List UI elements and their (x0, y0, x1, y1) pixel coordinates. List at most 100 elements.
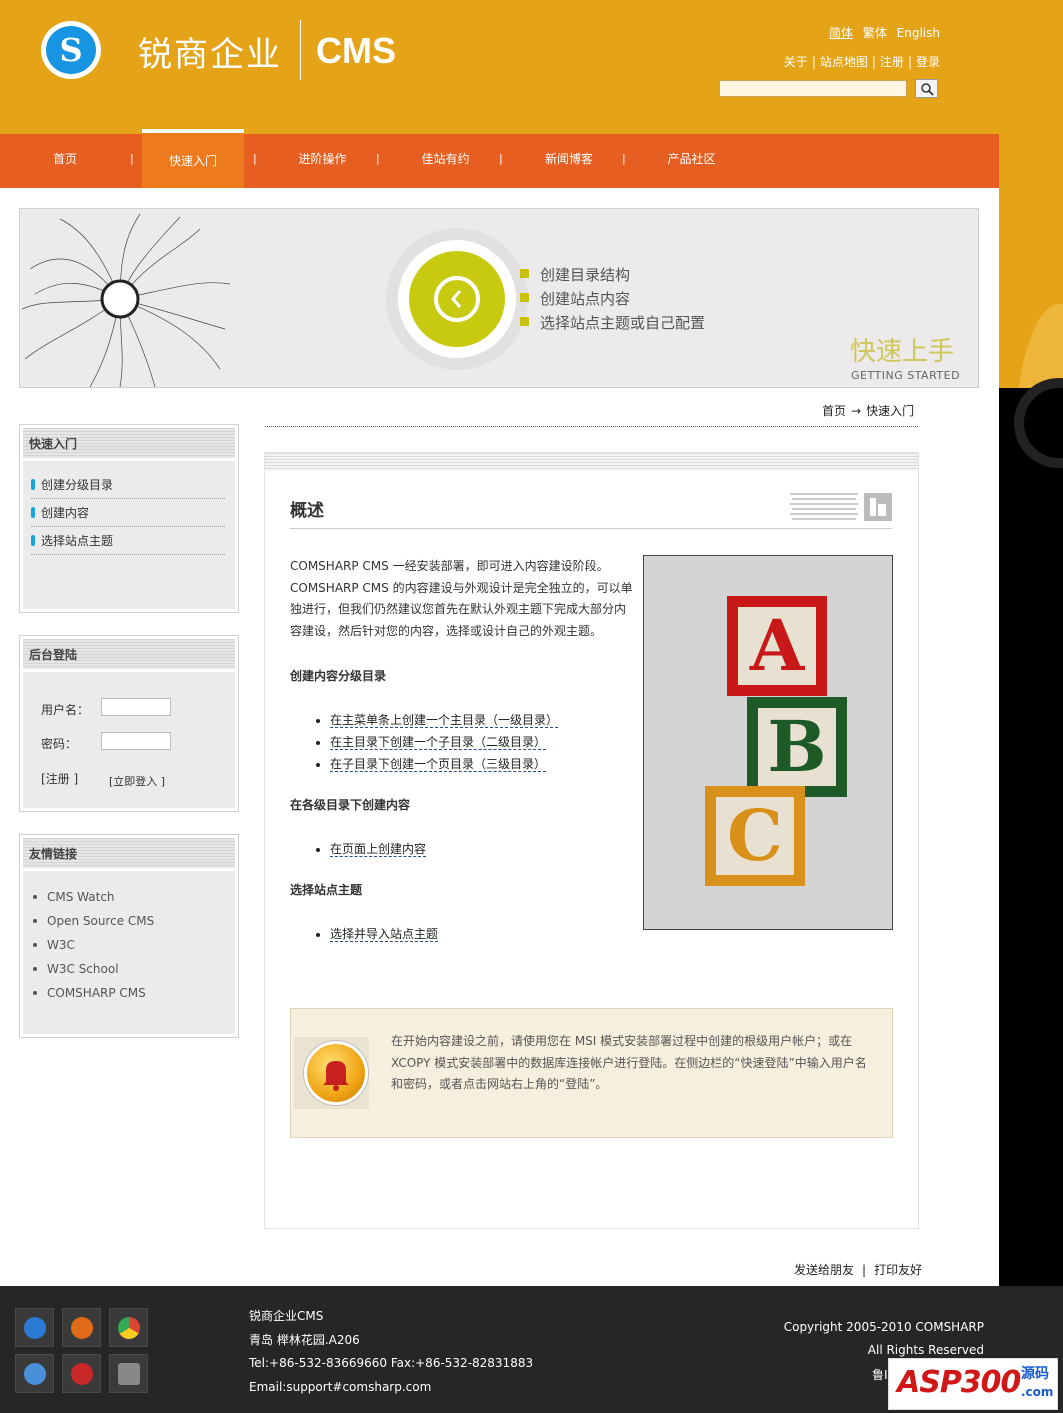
mobile-icon[interactable] (109, 1354, 148, 1393)
login-link[interactable]: 登录 (916, 55, 940, 69)
bullet-icon (520, 269, 529, 278)
bullet-icon (31, 479, 35, 490)
footer-rights: All Rights Reserved (867, 1343, 984, 1357)
watermark-yuan: 源码 (1021, 1366, 1049, 1382)
lang-simplified[interactable]: 简体 (829, 26, 853, 40)
banner-title: 快速上手 (850, 337, 955, 367)
section-links: 在页面上创建内容 (315, 839, 427, 861)
breadcrumb: 首页 → 快速入门 (822, 402, 914, 419)
section-heading: 在各级目录下创建内容 (290, 798, 411, 812)
brand-divider (300, 20, 301, 80)
sidebar-quickstart: 快速入门 创建分级目录 创建内容 选择站点主题 (19, 424, 239, 613)
notice-box: 在开始内容建设之前，请使用您在 MSI 模式安装部署过程中创建的根级用户帐户；或… (290, 1008, 893, 1138)
nav-item-news[interactable]: 新闻博客 (520, 134, 618, 188)
nav-separator: | (376, 152, 380, 165)
notice-text: 在开始内容建设之前，请使用您在 MSI 模式安装部署过程中创建的根级用户帐户；或… (391, 1034, 867, 1091)
block-a: A (727, 596, 827, 696)
search-icon (921, 83, 934, 96)
search-button[interactable] (915, 79, 938, 98)
nav-item-showcase[interactable]: 佳站有约 (398, 134, 493, 188)
footer-icp: 鲁I (872, 1368, 888, 1382)
language-switcher: 简体 繁体 English (780, 24, 940, 41)
login-button[interactable]: [立即登入 ] (109, 773, 165, 789)
section-links: 在主菜单条上创建一个主目录（一级目录） 在主目录下创建一个子目录（二级目录） 在… (315, 710, 559, 776)
block-b: B (747, 697, 847, 797)
intro-text: COMSHARP CMS 一经安装部署，即可进入内容建设阶段。COMSHARP … (290, 559, 633, 638)
firefox-icon[interactable] (62, 1308, 101, 1347)
link-create-main-directory[interactable]: 在主菜单条上创建一个主目录（一级目录） (315, 710, 559, 732)
logo-icon: S (46, 26, 96, 74)
lang-english[interactable]: English (897, 26, 940, 40)
send-to-friend-link[interactable]: 发送给朋友 (794, 1263, 854, 1277)
section-heading: 创建内容分级目录 (290, 669, 387, 683)
arc-decoration (1014, 378, 1063, 468)
sidebar-item-select-theme[interactable]: 选择站点主题 (31, 527, 225, 555)
right-decoration (999, 134, 1063, 604)
footer-address: 青岛 榉林花园.A206 (249, 1333, 360, 1347)
breadcrumb-current[interactable]: 快速入门 (866, 404, 914, 418)
search-input[interactable] (719, 80, 907, 97)
about-link[interactable]: 关于 (784, 55, 808, 69)
link-open-source-cms[interactable]: Open Source CMS (33, 909, 235, 933)
nav-item-advanced[interactable]: 进阶操作 (275, 134, 370, 188)
nav-separator: | (499, 152, 503, 165)
block-c: C (705, 786, 805, 886)
print-friendly-link[interactable]: 打印友好 (874, 1263, 922, 1277)
footer-company: 锐商企业CMS (249, 1309, 324, 1323)
password-label: 密码： (41, 737, 78, 751)
link-import-theme[interactable]: 选择并导入站点主题 (315, 924, 439, 946)
banner: 创建目录结构 创建站点内容 选择站点主题或自己配置 快速上手 GETTING S… (19, 208, 979, 388)
abc-blocks-image: A B C (643, 555, 893, 930)
banner-item: 选择站点主题或自己配置 (540, 314, 706, 332)
breadcrumb-home[interactable]: 首页 (822, 404, 846, 418)
top-links: 关于 | 站点地图 | 注册 | 登录 (783, 55, 940, 69)
safari-icon[interactable] (15, 1354, 54, 1393)
nav-separator: | (622, 152, 626, 165)
sidebar-quickstart-title: 快速入门 (23, 428, 235, 461)
nav-separator: | (130, 152, 134, 165)
watermark-logo: ASP300 源码 .com (888, 1358, 1058, 1410)
sidebar-item-create-content[interactable]: 创建内容 (31, 499, 225, 527)
link-w3c[interactable]: W3C (33, 933, 235, 957)
bell-frame (294, 1037, 369, 1109)
sidebar-login: 后台登陆 用户名： 密码： [注册 ] [立即登入 ] (19, 635, 239, 812)
nav-item-quickstart[interactable]: 快速入门 (142, 129, 244, 188)
banner-item: 创建站点内容 (540, 290, 631, 308)
watermark-asp: ASP300 (897, 1365, 1021, 1400)
register-button[interactable]: [注册 ] (41, 770, 78, 787)
link-w3c-school[interactable]: W3C School (33, 957, 235, 981)
register-link[interactable]: 注册 (880, 55, 904, 69)
watermark-com: .com (1021, 1385, 1054, 1399)
flower-graphic (21, 213, 231, 387)
link-cms-watch[interactable]: CMS Watch (33, 885, 235, 909)
content-stripe (265, 453, 918, 471)
right-dark-strip (999, 378, 1063, 1288)
bullet-icon (520, 293, 529, 302)
nav-item-home[interactable]: 首页 (20, 134, 110, 188)
page-title: 概述 (290, 501, 324, 521)
link-create-page-directory[interactable]: 在子目录下创建一个页目录（三级目录） (315, 754, 558, 776)
sitemap-link[interactable]: 站点地图 (820, 55, 868, 69)
doc-icon (790, 493, 892, 521)
lang-traditional[interactable]: 繁体 (863, 26, 887, 40)
sidebar-login-title: 后台登陆 (23, 639, 235, 672)
title-divider (290, 528, 892, 529)
ie-icon[interactable] (15, 1308, 54, 1347)
logo[interactable]: S (41, 21, 101, 79)
sidebar-item-create-directory[interactable]: 创建分级目录 (31, 471, 225, 499)
footer-email: Email:support#comsharp.com (249, 1380, 432, 1394)
arrow-icon: → (851, 404, 862, 418)
link-create-content[interactable]: 在页面上创建内容 (315, 839, 427, 861)
chrome-icon[interactable] (109, 1308, 148, 1347)
opera-icon[interactable] (62, 1354, 101, 1393)
password-field[interactable] (101, 732, 171, 750)
username-field[interactable] (101, 698, 171, 716)
footer-phone: Tel:+86-532-83669660 Fax:+86-532-8283188… (249, 1356, 534, 1370)
link-comsharp-cms[interactable]: COMSHARP CMS (33, 981, 235, 1005)
bell-icon (304, 1041, 368, 1105)
page-actions: 发送给朋友 | 打印友好 (794, 1263, 923, 1277)
link-create-sub-directory[interactable]: 在主目录下创建一个子目录（二级目录） (315, 732, 558, 754)
nav-item-community[interactable]: 产品社区 (644, 134, 739, 188)
nav-separator: | (253, 152, 257, 165)
brand-name: 锐商企业 (138, 35, 282, 75)
